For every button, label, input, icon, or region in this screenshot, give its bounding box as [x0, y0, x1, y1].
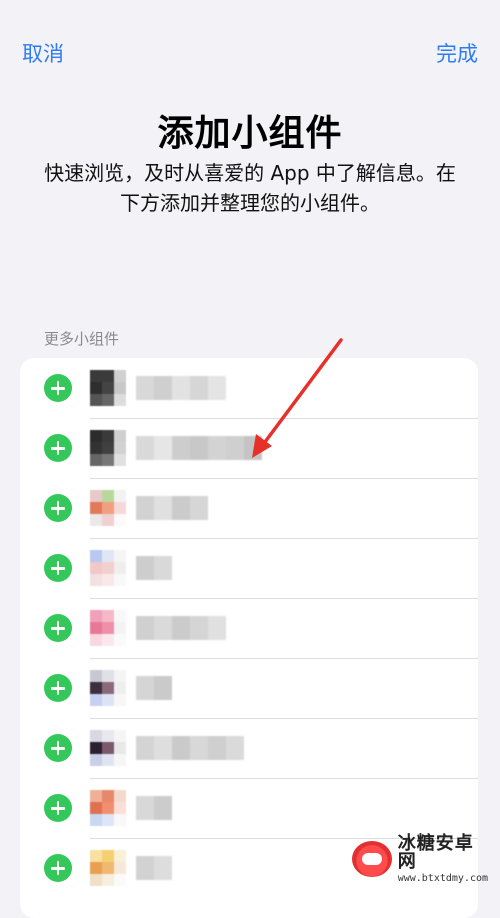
watermark-title: 冰糖安卓网: [398, 835, 492, 871]
app-icon: [90, 850, 126, 886]
app-icon: [90, 790, 126, 826]
widget-row[interactable]: [20, 598, 478, 658]
app-icon: [90, 730, 126, 766]
widget-row[interactable]: [20, 658, 478, 718]
app-icon: [90, 610, 126, 646]
plus-circle-icon[interactable]: [44, 854, 72, 882]
app-name-redacted: [136, 616, 226, 640]
app-name-redacted: [136, 436, 262, 460]
widget-row[interactable]: [20, 418, 478, 478]
done-button[interactable]: 完成: [436, 38, 478, 68]
widget-row[interactable]: [20, 718, 478, 778]
app-icon: [90, 430, 126, 466]
plus-circle-icon[interactable]: [44, 794, 72, 822]
watermark: 冰糖安卓网 www.btxtdmy.com: [352, 837, 492, 881]
app-name-redacted: [136, 856, 172, 880]
watermark-logo-icon: [352, 841, 392, 877]
plus-circle-icon[interactable]: [44, 614, 72, 642]
app-name-redacted: [136, 736, 244, 760]
app-name-redacted: [136, 496, 208, 520]
cancel-button[interactable]: 取消: [22, 38, 64, 68]
watermark-url: www.btxtdmy.com: [398, 874, 492, 884]
widget-row[interactable]: [20, 778, 478, 838]
plus-circle-icon[interactable]: [44, 734, 72, 762]
navigation-bar: 取消 完成: [0, 38, 500, 78]
plus-circle-icon[interactable]: [44, 494, 72, 522]
app-icon: [90, 370, 126, 406]
app-name-redacted: [136, 556, 172, 580]
plus-circle-icon[interactable]: [44, 674, 72, 702]
page-subtitle: 快速浏览，及时从喜爱的 App 中了解信息。在下方添加并整理您的小组件。: [40, 158, 460, 218]
app-icon: [90, 550, 126, 586]
plus-circle-icon[interactable]: [44, 434, 72, 462]
widget-row[interactable]: [20, 478, 478, 538]
widget-row[interactable]: [20, 538, 478, 598]
plus-circle-icon[interactable]: [44, 374, 72, 402]
section-header: 更多小组件: [44, 328, 119, 349]
app-icon: [90, 670, 126, 706]
app-name-redacted: [136, 676, 172, 700]
app-icon: [90, 490, 126, 526]
app-name-redacted: [136, 796, 172, 820]
widget-row[interactable]: [20, 358, 478, 418]
page-title: 添加小组件: [0, 104, 500, 156]
plus-circle-icon[interactable]: [44, 554, 72, 582]
app-name-redacted: [136, 376, 226, 400]
